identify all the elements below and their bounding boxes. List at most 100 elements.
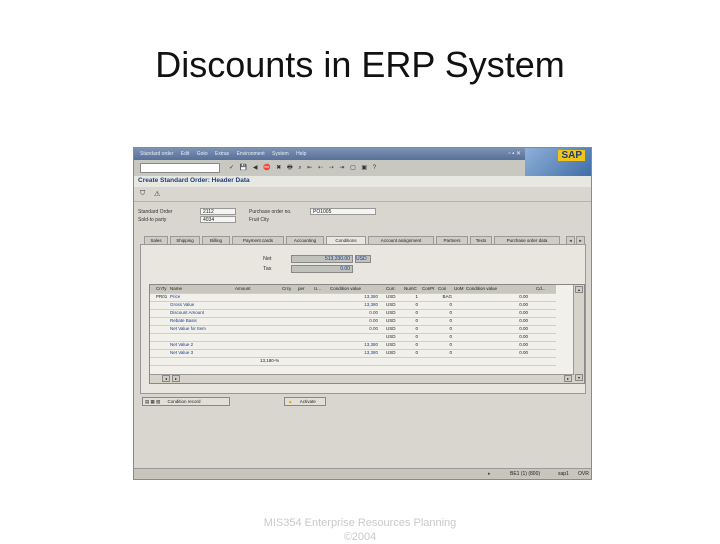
col-header-cd[interactable]: Cd... [536,285,546,293]
activate-icon: ▲ [288,399,293,404]
cell-val2[interactable]: 0.00 [466,309,528,317]
cell-n2[interactable]: 0 [438,349,452,357]
command-field[interactable] [140,163,220,173]
cell-val2[interactable]: 0.00 [466,317,528,325]
cell-name[interactable]: Discount Amount [170,309,204,317]
col-header-uom[interactable]: UoM [454,285,464,293]
table-row[interactable]: 13,180-% [150,357,556,366]
col-header-per[interactable]: per [298,285,305,293]
menu-system[interactable]: System [272,148,289,160]
cell-value[interactable]: 13,380 [330,341,378,349]
cell-n2[interactable]: 0 [438,301,452,309]
po-number-field[interactable]: PO1005 [310,208,376,215]
activate-button[interactable]: ▲ Activate [284,397,326,406]
cell-val2[interactable]: 0.00 [466,349,528,357]
col-header-con[interactable]: Con [438,285,446,293]
cell-n2[interactable]: 0 [438,341,452,349]
cell-value[interactable]: 13,380 [330,349,378,357]
header-icon[interactable]: ⚠ [154,190,160,198]
scroll-right-icon[interactable]: ▸ [172,375,180,382]
overview-icon[interactable]: ⛉ [140,190,145,198]
col-header-numc[interactable]: NumC [404,285,417,293]
cell-name[interactable]: Price [170,293,180,301]
cell-unit[interactable]: USD [386,325,396,333]
cell-unit[interactable]: USD [386,317,396,325]
status-mode: OVR [578,471,589,477]
cell-n2[interactable]: 0 [438,325,452,333]
cell-unit[interactable]: USD [386,333,396,341]
cell-name[interactable]: Net Value 3 [170,349,193,357]
cell-value[interactable]: 13,380 [330,301,378,309]
scroll-left-icon[interactable]: ◂ [162,375,170,382]
scroll-down-icon[interactable]: ▾ [575,374,583,381]
col-header-name[interactable]: Name [170,285,182,293]
scroll-end-icon[interactable]: ▸ [564,375,572,382]
cell-value[interactable]: 13,380 [330,293,378,301]
cell-n1[interactable]: 0 [404,301,418,309]
cell-n2[interactable] [438,357,452,365]
col-header-conpr[interactable]: ConPr [422,285,435,293]
menu-extras[interactable]: Extras [215,148,229,160]
toolbar-icons[interactable]: ✓ 💾 ◀ ⛔ ✖ 🖶 ⌕ ⇤ ⇠ ⇢ ⇥ ▢ ▣ ? [229,163,378,173]
cell-n2[interactable]: 0 [438,309,452,317]
menu-help[interactable]: Help [296,148,306,160]
cell-unit[interactable]: USD [386,301,396,309]
cell-unit[interactable]: USD [386,309,396,317]
cell-unit[interactable]: USD [386,341,396,349]
col-header-curr[interactable]: Curr. [386,285,396,293]
sold-to-field[interactable]: 4034 [200,216,236,223]
condition-icons: ▤ ▦ ▧ [145,399,161,404]
cell-amount[interactable]: 13,180-% [260,357,279,365]
cell-n1[interactable]: 0 [404,333,418,341]
cell-val2[interactable]: 0.00 [466,325,528,333]
cell-type[interactable]: PR01 [156,293,167,301]
cell-value[interactable] [330,357,378,365]
menu-standard-order[interactable]: Standard order [140,148,173,160]
cell-n1[interactable] [404,357,418,365]
cell-unit[interactable]: USD [386,293,396,301]
cell-n1[interactable]: 0 [404,349,418,357]
cell-n2[interactable]: 0 [438,317,452,325]
col-header-amount[interactable]: Amount [235,285,251,293]
col-header-cnty[interactable]: CnTy [156,285,167,293]
slide-title: Discounts in ERP System [155,44,565,85]
cell-n1[interactable]: 0 [404,309,418,317]
cell-n1[interactable]: 0 [404,325,418,333]
cell-val2[interactable]: 0.00 [466,333,528,341]
condition-record-button[interactable]: ▤ ▦ ▧ Condition record [142,397,230,406]
window-controls[interactable]: ▫ ▪ ✕ [508,150,521,157]
cell-val2[interactable]: 0.00 [466,301,528,309]
cell-value[interactable]: 0.00 [330,325,378,333]
cell-val2[interactable] [466,357,528,365]
cell-unit[interactable]: USD [386,349,396,357]
cell-n1[interactable]: 0 [404,317,418,325]
status-system: BE1 (1) (800) [510,471,541,477]
status-expand-icon[interactable]: ▸ [488,471,491,477]
menu-environment[interactable]: Environment [237,148,265,160]
table-horizontal-scrollbar[interactable]: ◂ ▸ ▸ [150,374,574,383]
cell-name[interactable]: Net Value for Item [170,325,206,333]
col-header-crcy[interactable]: Crcy [282,285,291,293]
cell-n2[interactable]: BAG [438,293,452,301]
cell-value[interactable]: 0.00 [330,317,378,325]
cell-name[interactable]: Net Value 2 [170,341,193,349]
menu-goto[interactable]: Goto [197,148,208,160]
standard-order-field[interactable]: 2112 [200,208,236,215]
col-header-condition-value[interactable]: Condition value [330,285,361,293]
cell-name[interactable]: Gross Value [170,301,194,309]
menu-edit[interactable]: Edit [181,148,190,160]
cell-n1[interactable]: 0 [404,341,418,349]
scroll-up-icon[interactable]: ▴ [575,286,583,293]
col-header-condition-value-2[interactable]: Condition value [466,285,497,293]
cell-value[interactable]: 0.00 [330,309,378,317]
cell-n2[interactable]: 0 [438,333,452,341]
cell-value[interactable] [330,333,378,341]
table-vertical-scrollbar[interactable]: ▴ ▾ [573,285,584,383]
footer-copyright: ©2004 [343,531,377,543]
cell-val2[interactable]: 0.00 [466,293,528,301]
cell-n1[interactable]: 1 [404,293,418,301]
cell-name[interactable]: Rebate Basis [170,317,197,325]
col-header-u[interactable]: U... [314,285,321,293]
net-currency: USD [355,255,371,263]
cell-val2[interactable]: 0.00 [466,341,528,349]
